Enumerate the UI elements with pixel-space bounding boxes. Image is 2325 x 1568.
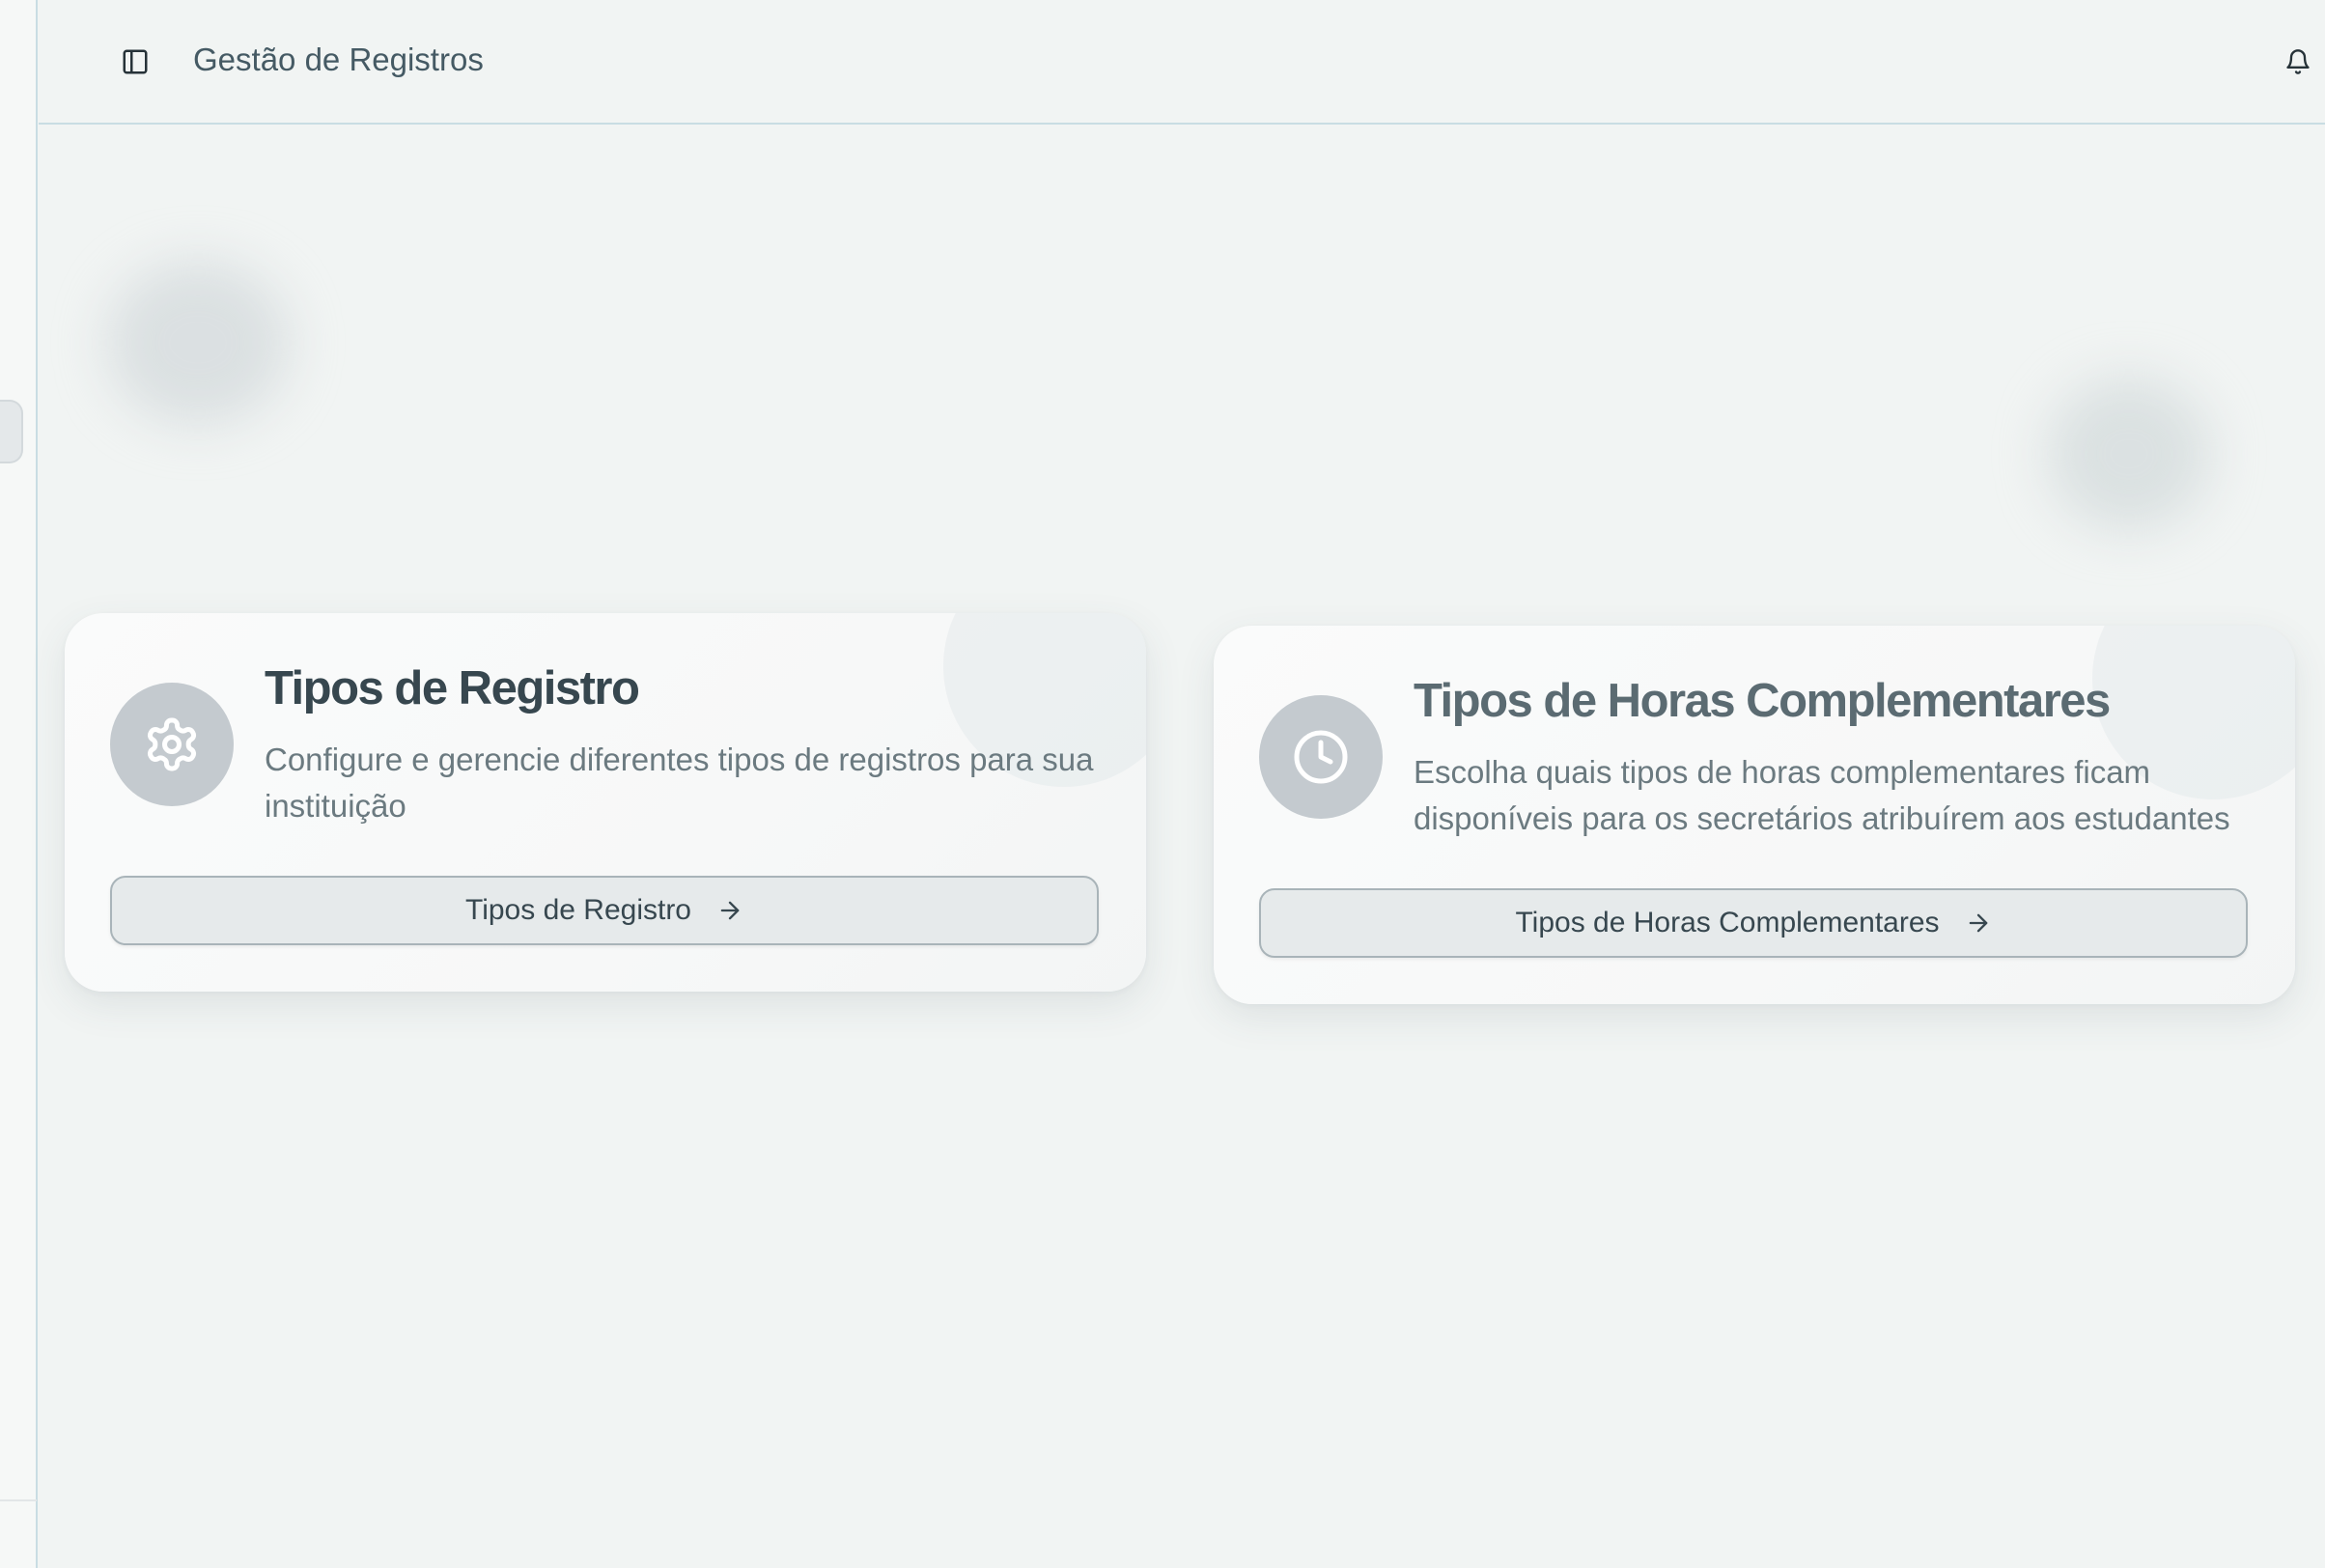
card-icon-circle	[1259, 695, 1383, 819]
top-bar: Gestão de Registros	[39, 0, 2325, 125]
tipos-de-registro-button[interactable]: Tipos de Registro	[110, 876, 1099, 945]
decorative-blob	[2047, 377, 2211, 531]
card-description: Escolha quais tipos de horas complementa…	[1414, 754, 2230, 836]
clock-icon	[1294, 730, 1348, 784]
panel-left-icon	[123, 49, 148, 74]
sidebar-divider	[0, 1499, 37, 1501]
sidebar-expand-handle[interactable]	[0, 400, 23, 463]
gear-icon	[147, 717, 197, 771]
card-tipos-de-horas-complementares: Tipos de Horas Complementares Escolha qu…	[1214, 626, 2295, 1004]
sidebar-toggle-button[interactable]	[116, 42, 154, 81]
button-label: Tipos de Horas Complementares	[1515, 907, 1940, 938]
tipos-de-horas-complementares-button[interactable]: Tipos de Horas Complementares	[1259, 888, 2248, 958]
card-title: Tipos de Horas Complementares	[1414, 675, 2111, 727]
button-label: Tipos de Registro	[465, 894, 691, 926]
card-description: Configure e gerencie diferentes tipos de…	[265, 742, 1094, 824]
arrow-right-icon	[720, 901, 740, 920]
notifications-button[interactable]	[2279, 42, 2317, 81]
decorative-blob	[106, 261, 290, 425]
card-icon-circle	[110, 683, 234, 806]
page-title: Gestão de Registros	[193, 42, 484, 77]
arrow-right-icon	[1969, 913, 1987, 933]
card-title: Tipos de Registro	[265, 662, 640, 714]
bell-icon	[2286, 49, 2310, 74]
card-tipos-de-registro: Tipos de Registro Configure e gerencie d…	[65, 613, 1146, 992]
sidebar-collapsed	[0, 0, 38, 1568]
